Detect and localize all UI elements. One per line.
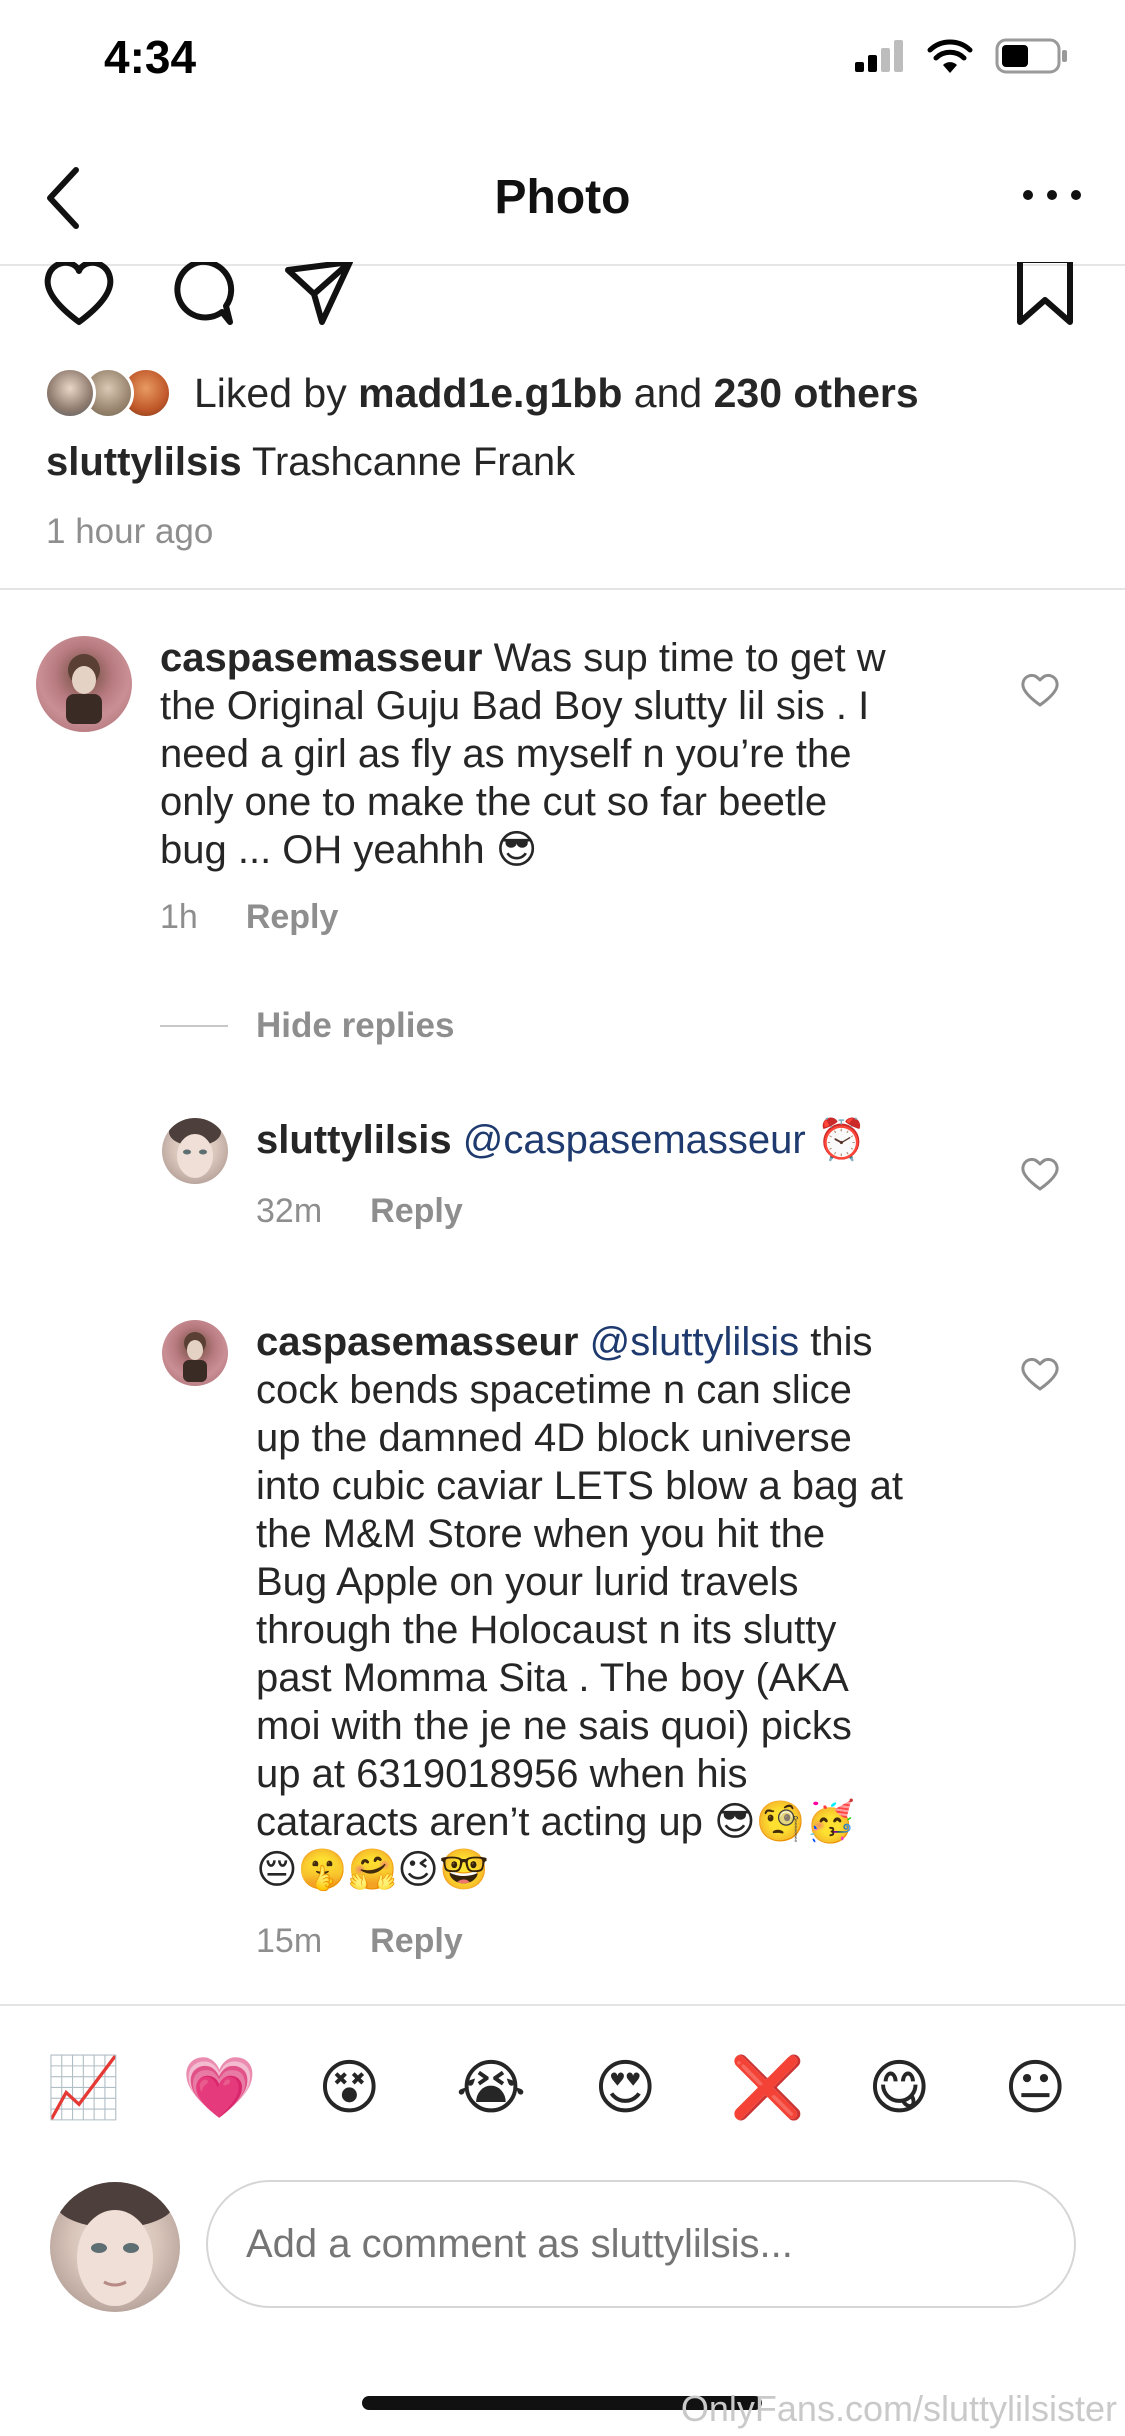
post-caption: sluttylilsis Trashcanne Frank (46, 440, 575, 485)
likes-prefix: Liked by (194, 369, 359, 416)
reply-text-line: Bug Apple on your lurid travels (256, 1560, 799, 1604)
likes-summary[interactable]: Liked by madd1e.g1bb and 230 others (44, 362, 919, 424)
reply-text-line: past Momma Sita . The boy (AKA (256, 1656, 849, 1700)
battery-icon (995, 38, 1067, 74)
likes-text: Liked by madd1e.g1bb and 230 others (194, 370, 919, 417)
emoji-chart-increasing[interactable]: 📈 (46, 2048, 121, 2128)
avatar-illustration (183, 1332, 207, 1382)
like-heart-icon[interactable] (42, 262, 116, 328)
reply-mention[interactable]: @caspasemasseur (452, 1118, 806, 1162)
comment-composer (0, 2170, 1125, 2312)
reply-text-line: 😔🤫🤗😉🤓 (256, 1848, 489, 1892)
reply-text-line: up the damned 4D block universe (256, 1416, 852, 1460)
page-title: Photo (494, 171, 631, 224)
emoji-sparkling-heart[interactable]: 💗 (182, 2048, 257, 2128)
hide-replies-toggle[interactable]: Hide replies (160, 1006, 454, 1046)
likes-others-count[interactable]: 230 others (714, 370, 919, 416)
emoji-yum-face[interactable]: 😋 (868, 2048, 931, 2128)
post-actions (0, 262, 1125, 328)
navigation-bar: Photo (0, 130, 1125, 266)
reply-mention[interactable]: @sluttylilsis (578, 1320, 800, 1364)
watermark: OnlyFans.com/sluttylilsister (680, 2388, 1117, 2429)
emoji-heart-eyes[interactable]: 😍 (594, 2048, 657, 2128)
reply-like-heart-icon[interactable] (1020, 1156, 1060, 1192)
comment-time: 1h (160, 898, 198, 936)
more-options-icon[interactable] (1019, 180, 1085, 210)
caption-text: Trashcanne Frank (241, 440, 576, 484)
emoji-crying-face[interactable]: 😭 (456, 2048, 526, 2128)
emoji-cross-mark[interactable]: ❌ (730, 2048, 805, 2128)
reply-avatar[interactable] (162, 1320, 228, 1386)
liker-username[interactable]: madd1e.g1bb (358, 370, 622, 416)
comment-like-heart-icon[interactable] (1020, 672, 1060, 708)
reply-text-line: cataracts aren’t acting up 😎🧐🥳 (256, 1800, 856, 1844)
cellular-signal-icon (855, 40, 903, 72)
caption-username[interactable]: sluttylilsis (46, 440, 242, 484)
likes-and: and (622, 369, 714, 416)
emoji-neutral-face[interactable]: 😐 (1004, 2048, 1067, 2128)
reply-like-heart-icon[interactable] (1020, 1356, 1060, 1392)
comment-body: caspasemasseur Was sup time to get w the… (160, 634, 990, 874)
reply-text-line: up at 6319018956 when his (256, 1752, 748, 1796)
comment-username[interactable]: caspasemasseur (160, 636, 482, 680)
reply-meta: 32m Reply (256, 1192, 463, 1231)
liker-avatars (44, 363, 184, 423)
reply-meta: 15m Reply (256, 1922, 463, 1961)
reply-text-line: moi with the je ne sais quoi) picks (256, 1704, 852, 1748)
reply-text-line: the M&M Store when you hit the (256, 1512, 826, 1556)
bookmark-icon[interactable] (1014, 262, 1076, 328)
reply-button[interactable]: Reply (370, 1922, 463, 1961)
comment-input[interactable] (206, 2180, 1076, 2308)
wifi-icon (927, 39, 973, 73)
comment-text-line: need a girl as fly as myself n you’re th… (160, 732, 852, 776)
commenter-avatar[interactable] (36, 636, 132, 732)
share-send-icon[interactable] (282, 262, 356, 328)
reply-text-line: cock bends spacetime n can slice (256, 1368, 852, 1412)
reply-username[interactable]: caspasemasseur (256, 1320, 578, 1364)
reply-body: caspasemasseur @sluttylilsis this cock b… (256, 1318, 996, 1894)
reply-avatar[interactable] (162, 1118, 228, 1184)
avatar-illustration (66, 654, 102, 724)
reply-text: this (799, 1320, 873, 1364)
quick-emoji-bar: 📈 💗 😵 😭 😍 ❌ 😋 😐 (0, 2048, 1125, 2128)
reply-time: 15m (256, 1922, 323, 1960)
emoji-dizzy-face[interactable]: 😵 (318, 2048, 381, 2128)
avatar-photo (169, 1118, 221, 1178)
post-timestamp: 1 hour ago (46, 512, 214, 551)
replies-divider-line (160, 1025, 228, 1027)
comment-text-line: bug ... OH yeahhh 😎 (160, 828, 538, 872)
status-time: 4:34 (104, 31, 197, 83)
divider (0, 588, 1125, 590)
avatar-photo (55, 2182, 175, 2306)
comment-text-line: the Original Guju Bad Boy slutty lil sis… (160, 684, 870, 728)
reply-body: sluttylilsis @caspasemasseur ⏰ (256, 1116, 996, 1164)
comment-line: caspasemasseur Was sup time to get w (160, 634, 990, 682)
reply-button[interactable]: Reply (370, 1192, 463, 1231)
comment-meta: 1h Reply (160, 898, 338, 937)
liker-avatar (44, 367, 96, 419)
comment-icon[interactable] (164, 262, 236, 328)
reply-text-line: through the Holocaust n its slutty (256, 1608, 837, 1652)
reply-text-line: into cubic caviar LETS blow a bag at (256, 1464, 904, 1508)
status-bar: 4:34 (0, 0, 1125, 130)
reply-time: 32m (256, 1192, 323, 1230)
status-icons (855, 38, 1069, 74)
reply-button[interactable]: Reply (246, 898, 339, 937)
reply-username[interactable]: sluttylilsis (256, 1118, 452, 1162)
reply-first-line: caspasemasseur @sluttylilsis this (256, 1318, 996, 1366)
divider (0, 2004, 1125, 2006)
reply-text: ⏰ (805, 1118, 867, 1162)
comment-text-line: only one to make the cut so far beetle (160, 780, 828, 824)
comment-text-line: Was sup time to get w (482, 636, 886, 680)
current-user-avatar[interactable] (50, 2182, 180, 2312)
hide-replies-label: Hide replies (256, 1006, 455, 1045)
